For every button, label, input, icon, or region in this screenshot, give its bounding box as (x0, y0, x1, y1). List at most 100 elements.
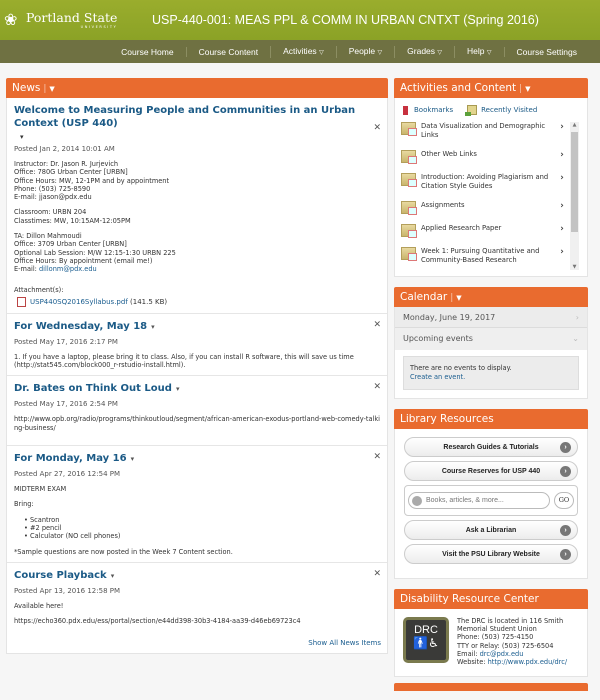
news-item-title[interactable]: Course Playback (14, 570, 107, 581)
course-title: USP-440-001: MEAS PPL & COMM IN URBAN CN… (152, 13, 539, 27)
content-scrollbar[interactable]: ▲ ▼ (570, 122, 579, 270)
chevron-down-icon: ▽ (437, 49, 443, 56)
chevron-right-icon: › (560, 201, 564, 211)
course-reserves-button[interactable]: Course Reserves for USP 440 › (404, 461, 578, 481)
course-navbar: Course Home Course Content Activities ▽ … (0, 40, 600, 63)
library-widget: Library Resources Research Guides & Tuto… (394, 409, 588, 579)
logo-subtext: UNIVERSITY (80, 24, 118, 29)
folder-icon (401, 150, 417, 164)
content-item[interactable]: Assignments › (401, 201, 567, 224)
content-item[interactable]: Data Visualization and Demographic Links… (401, 122, 567, 150)
news-item: Welcome to Measuring People and Communit… (7, 98, 387, 314)
content-item[interactable]: Other Web Links › (401, 150, 567, 173)
news-item: For Monday, May 16 ▾ ✕ Posted Apr 27, 201… (7, 446, 387, 563)
content-item[interactable]: Week 1: Pursuing Quantitative and Commun… (401, 247, 567, 270)
drc-widget: Disability Resource Center DRC 🚹♿ The DR… (394, 589, 588, 692)
news-item-title[interactable]: For Monday, May 16 (14, 453, 127, 464)
dismiss-icon[interactable]: ✕ (373, 382, 381, 392)
drc-logo: DRC 🚹♿ (403, 617, 449, 663)
news-item: Dr. Bates on Think Out Loud ▾ ✕ Posted Ma… (7, 376, 387, 447)
chevron-right-icon: › (560, 150, 564, 160)
news-item-title[interactable]: Welcome to Measuring People and Communit… (14, 104, 381, 130)
dismiss-icon[interactable]: ✕ (373, 452, 381, 462)
dismiss-icon[interactable]: ✕ (373, 569, 381, 579)
folder-icon (401, 201, 417, 215)
news-header: News | ▼ (6, 78, 388, 98)
widget-menu-icon[interactable]: ▼ (525, 85, 530, 93)
bookmarks-tab[interactable]: Bookmarks (403, 105, 453, 115)
library-search: Books, articles, & more... GO (404, 485, 578, 516)
accessibility-icon: 🚹♿ (413, 636, 439, 650)
nav-course-settings[interactable]: Course Settings (503, 46, 589, 57)
attachments-label: Attachment(s): (14, 285, 64, 294)
folder-icon (401, 224, 417, 238)
arrow-right-icon: › (560, 525, 571, 536)
chevron-right-icon: › (560, 247, 564, 257)
news-link[interactable]: https://echo360.pdx.edu/ess/portal/secti… (14, 617, 381, 625)
folder-icon (401, 247, 417, 261)
scroll-down-icon[interactable]: ▼ (570, 264, 579, 270)
no-events-message: There are no events to display. Create a… (403, 356, 579, 390)
calendar-title: Calendar (400, 291, 448, 303)
content-item[interactable]: Applied Research Paper › (401, 224, 567, 247)
nav-course-content[interactable]: Course Content (185, 46, 271, 57)
scroll-up-icon[interactable]: ▲ (570, 122, 579, 128)
nav-help[interactable]: Help ▽ (454, 45, 503, 58)
attachment-link[interactable]: USP440SQ2016Syllabus.pdf (30, 298, 128, 306)
top-banner: ❀ Portland State UNIVERSITY USP-440-001:… (0, 0, 600, 40)
psu-logo[interactable]: ❀ Portland State UNIVERSITY (4, 11, 152, 29)
calendar-date-selector[interactable]: Monday, June 19, 2017 › (395, 307, 587, 328)
dismiss-icon[interactable]: ✕ (373, 123, 381, 133)
item-menu-icon[interactable]: ▾ (176, 385, 180, 393)
posted-date: Posted Jan 2, 2014 10:01 AM (14, 145, 115, 153)
widget-menu-icon[interactable]: ▼ (456, 294, 461, 302)
item-menu-icon[interactable]: ▾ (111, 572, 115, 580)
chevron-down-icon: ▽ (486, 49, 492, 56)
activities-widget: Activities and Content | ▼ Bookmarks Recen… (394, 78, 588, 277)
nav-course-home[interactable]: Course Home (109, 47, 185, 57)
arrow-right-icon: › (560, 549, 571, 560)
item-menu-icon[interactable]: ▾ (20, 133, 381, 141)
scroll-thumb[interactable] (571, 132, 578, 232)
upcoming-events-toggle[interactable]: Upcoming events ⌄ (395, 328, 587, 350)
content-item[interactable]: Introduction: Avoiding Plagiarism and Ci… (401, 173, 567, 201)
news-item-title[interactable]: Dr. Bates on Think Out Loud (14, 383, 172, 394)
item-menu-icon[interactable]: ▾ (131, 455, 135, 463)
nav-activities[interactable]: Activities ▽ (270, 45, 336, 58)
chevron-right-icon: › (560, 122, 564, 132)
recently-visited-icon (465, 105, 478, 116)
create-event-link[interactable]: Create an event. (410, 373, 465, 381)
arrow-right-icon: › (560, 466, 571, 477)
pdf-icon (17, 296, 26, 307)
nav-people[interactable]: People ▽ (335, 45, 394, 58)
chevron-down-icon: ▽ (377, 49, 383, 56)
bookmark-icon (403, 105, 408, 115)
dismiss-icon[interactable]: ✕ (373, 320, 381, 330)
library-search-input[interactable]: Books, articles, & more... (408, 492, 550, 509)
search-icon (412, 495, 422, 506)
widget-menu-icon[interactable]: ▼ (49, 85, 54, 93)
recently-visited-tab[interactable]: Recently Visited (465, 105, 537, 116)
library-website-button[interactable]: Visit the PSU Library Website › (404, 544, 578, 564)
news-link[interactable]: http://www.opb.org/radio/programs/thinko… (14, 415, 381, 432)
news-title: News (12, 82, 41, 94)
news-widget: News | ▼ Welcome to Measuring People and C… (6, 78, 388, 691)
drc-title: Disability Resource Center (400, 593, 539, 605)
research-guides-button[interactable]: Research Guides & Tutorials › (404, 437, 578, 457)
nav-grades[interactable]: Grades ▽ (394, 45, 454, 58)
logo-text: Portland State (26, 9, 118, 25)
drc-email-link[interactable]: drc@pdx.edu (480, 650, 524, 658)
activities-title: Activities and Content (400, 82, 517, 94)
ask-librarian-button[interactable]: Ask a Librarian › (404, 520, 578, 540)
library-go-button[interactable]: GO (554, 492, 574, 509)
chevron-right-icon: › (560, 173, 564, 183)
calendar-widget: Calendar | ▼ Monday, June 19, 2017 › Upcomi… (394, 287, 588, 399)
show-all-news-link[interactable]: Show All News Items (308, 639, 381, 647)
item-menu-icon[interactable]: ▾ (151, 323, 155, 331)
folder-icon (401, 122, 417, 136)
ta-email-link[interactable]: dillonm@pdx.edu (39, 265, 97, 273)
chevron-right-icon: › (560, 224, 564, 234)
drc-website-link[interactable]: http://www.pdx.edu/drc/ (488, 658, 567, 666)
chevron-down-icon: ⌄ (572, 334, 579, 343)
news-item-title[interactable]: For Wednesday, May 18 (14, 321, 147, 332)
